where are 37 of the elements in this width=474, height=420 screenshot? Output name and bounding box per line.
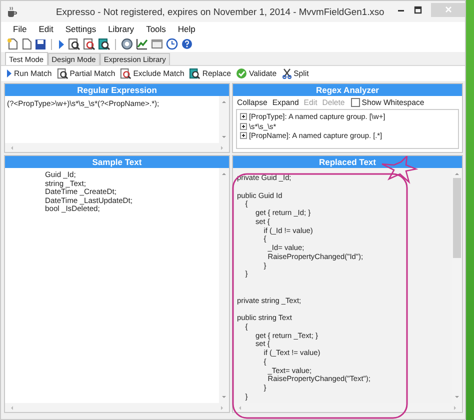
coffee-cup-icon (6, 6, 18, 18)
play-icon (6, 69, 12, 78)
horizontal-scrollbar[interactable] (5, 403, 229, 412)
panel-header: Regex Analyzer (233, 84, 462, 96)
clock-icon[interactable] (166, 38, 178, 50)
scissors-icon (282, 68, 292, 79)
menu-item[interactable]: Settings (65, 24, 96, 34)
horizontal-scrollbar[interactable] (5, 143, 229, 152)
chart-icon[interactable] (136, 38, 148, 50)
panel-header: Regular Expression (5, 84, 229, 96)
close-icon (444, 6, 452, 13)
checkbox[interactable] (350, 98, 360, 107)
panel-header: Sample Text (5, 156, 229, 168)
magnifier-document-icon[interactable] (68, 38, 80, 50)
menu-item[interactable]: Library (108, 24, 134, 34)
window-icon[interactable] (151, 38, 163, 50)
menu-item[interactable]: Help (178, 24, 196, 34)
menu-item[interactable]: Tools (146, 24, 166, 34)
save-icon[interactable] (35, 38, 46, 50)
star-outline (381, 156, 418, 184)
menu-item[interactable]: Edit (38, 24, 54, 34)
vertical-scrollbar[interactable] (219, 96, 229, 143)
panel-header: Replaced Text (233, 156, 462, 168)
horizontal-scrollbar[interactable] (233, 403, 462, 412)
menu-item[interactable]: File (13, 24, 27, 34)
maximize-icon[interactable] (414, 6, 422, 14)
replace-document-icon[interactable] (98, 38, 110, 50)
vertical-scrollbar[interactable] (219, 168, 229, 403)
exclude-magnifier-icon[interactable] (83, 38, 95, 50)
expand-icon[interactable] (240, 113, 247, 120)
window-title: Expresso - Not registered, expires on November 1, 2014 - MvvmFieldGen1.xso (56, 6, 386, 17)
new-file-icon[interactable] (7, 38, 18, 50)
play-icon[interactable] (57, 38, 65, 50)
expand-icon[interactable] (240, 122, 247, 130)
file-icon[interactable] (21, 38, 32, 50)
help-icon[interactable] (181, 38, 193, 50)
expand-icon[interactable] (240, 132, 247, 140)
